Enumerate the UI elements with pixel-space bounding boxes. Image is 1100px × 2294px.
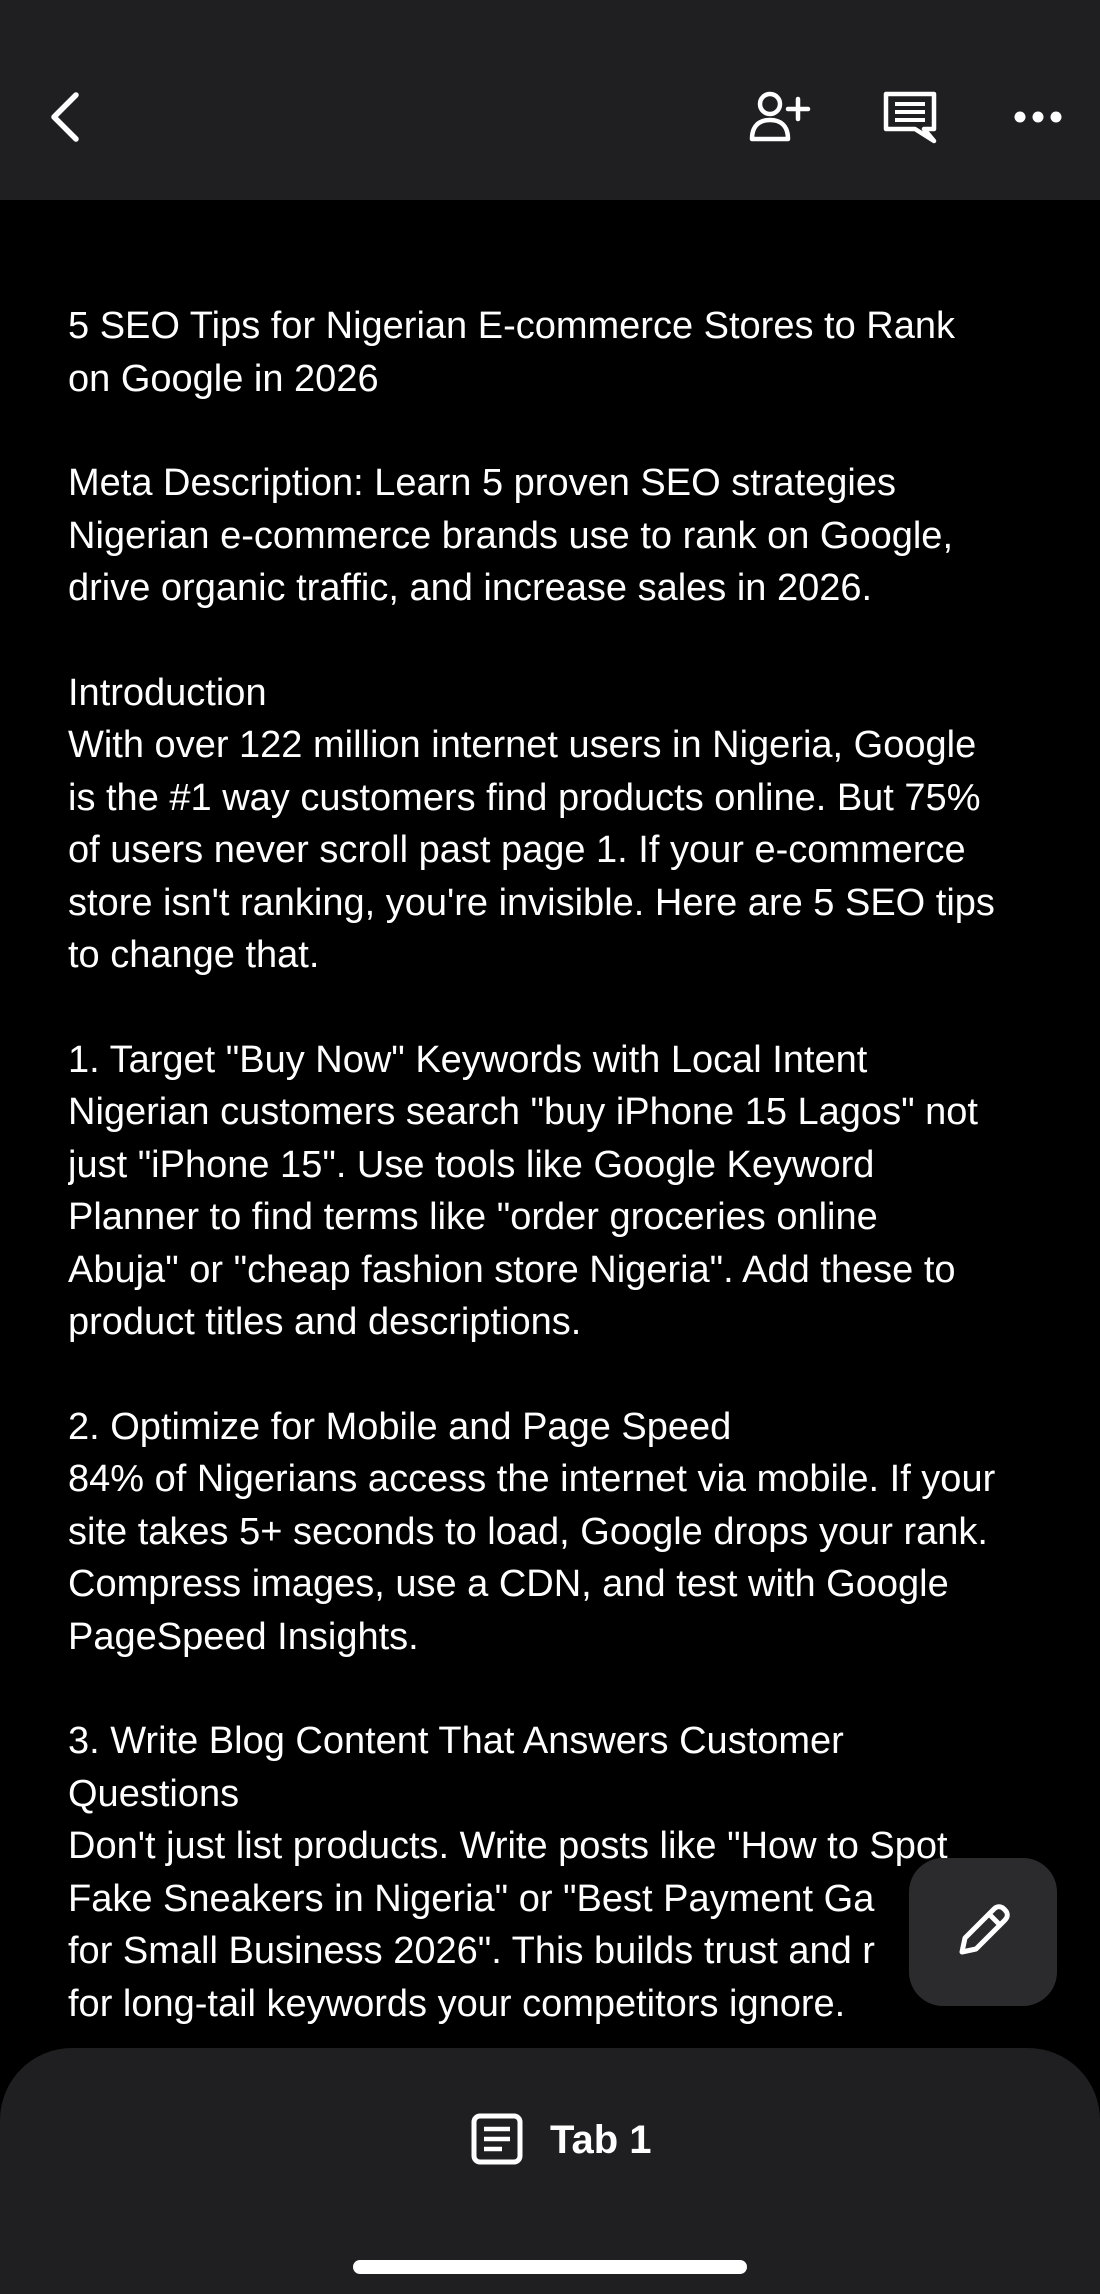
home-indicator[interactable]: [353, 2260, 747, 2274]
more-horizontal-icon: [1013, 110, 1063, 127]
introduction-heading: Introduction: [68, 671, 267, 714]
tip-1-paragraph: 1. Target "Buy Now" Keywords with Local …: [68, 1034, 1048, 1349]
comments-button[interactable]: [868, 80, 952, 156]
document-icon: [470, 2112, 524, 2169]
tip-3-paragraph: 3. Write Blog Content That Answers Custo…: [68, 1715, 1048, 2030]
introduction-paragraph: Introduction With over 122 million inter…: [68, 667, 1048, 982]
comment-icon: [881, 89, 939, 148]
document-title: 5 SEO Tips for Nigerian E-commerce Store…: [68, 305, 955, 400]
tip-1-heading: 1. Target "Buy Now" Keywords with Local …: [68, 1038, 868, 1081]
chevron-left-icon: [46, 89, 86, 148]
bottom-tab-bar: Tab 1: [0, 2048, 1100, 2294]
tab-selector-button[interactable]: Tab 1: [460, 2100, 662, 2180]
pencil-icon: [952, 1900, 1014, 1965]
share-button[interactable]: [738, 80, 822, 156]
meta-description-paragraph: Meta Description: Learn 5 proven SEO str…: [68, 462, 954, 609]
edit-fab-button[interactable]: [909, 1858, 1057, 2006]
tip-3-heading: 3. Write Blog Content That Answers Custo…: [68, 1720, 844, 1762]
tip-2-heading: 2. Optimize for Mobile and Page Speed: [68, 1405, 732, 1448]
tip-2-paragraph: 2. Optimize for Mobile and Page Speed 84…: [68, 1401, 1048, 1664]
document-body[interactable]: 5 SEO Tips for Nigerian E-commerce Store…: [68, 300, 1048, 2040]
back-button[interactable]: [28, 80, 104, 156]
more-options-button[interactable]: [998, 80, 1078, 156]
add-person-icon: [748, 89, 812, 148]
top-app-bar: [0, 0, 1100, 200]
tab-label: Tab 1: [550, 2117, 652, 2162]
